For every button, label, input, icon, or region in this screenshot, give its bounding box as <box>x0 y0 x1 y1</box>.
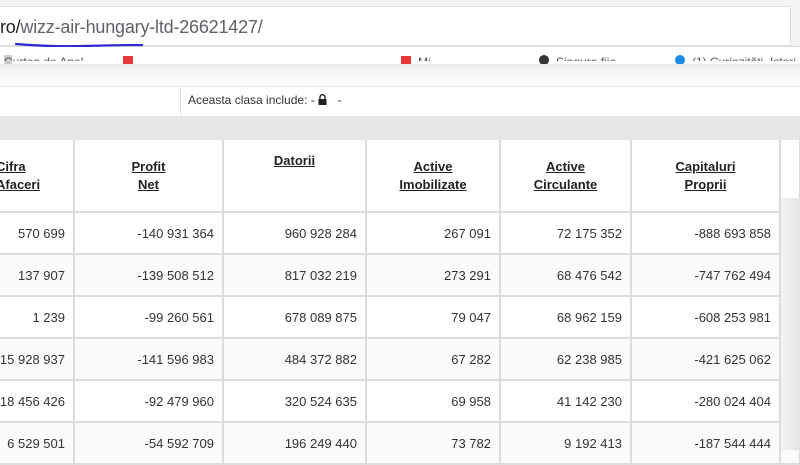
table-cell: 18 456 426 <box>0 380 75 423</box>
table-cell: -747 762 494 <box>631 254 781 297</box>
table-cell: 68 476 542 <box>500 254 632 297</box>
table-cell: -139 508 512 <box>74 254 224 297</box>
table-cell: -141 596 983 <box>74 338 224 381</box>
col-header-capitaluri-proprii[interactable]: Capitaluri Proprii <box>631 140 781 213</box>
table-cell: 15 928 937 <box>0 338 75 381</box>
table-cell: 267 091 <box>366 212 501 255</box>
table-cell: -280 024 404 <box>631 380 781 423</box>
table-row: 137 907 -139 508 512 817 032 219 273 291… <box>0 254 800 297</box>
table-row: 1 239 -99 260 561 678 089 875 79 047 68 … <box>0 296 800 339</box>
table-cell: -140 931 364 <box>74 212 224 255</box>
table-cell: 9 192 413 <box>500 422 632 465</box>
table-cell: 72 175 352 <box>500 212 632 255</box>
right-edge-shade <box>781 198 800 450</box>
col-header-active-circulante[interactable]: Active Circulante <box>500 140 632 213</box>
table-cell: -888 693 858 <box>631 212 781 255</box>
col-header-active-imobilizate[interactable]: Active Imobilizate <box>366 140 501 213</box>
col-header-cifra-afaceri[interactable]: Cifra Afaceri <box>0 140 75 213</box>
table-cell: 137 907 <box>0 254 75 297</box>
cell-divider <box>180 87 181 117</box>
table-cell: -187 544 444 <box>631 422 781 465</box>
table-row: 570 699 -140 931 364 960 928 284 267 091… <box>0 212 800 255</box>
lock-icon <box>318 94 327 105</box>
table-row: 6 529 501 -54 592 709 196 249 440 73 782… <box>0 422 800 465</box>
table-cell: 73 782 <box>366 422 501 465</box>
class-info-text: Aceasta clasa include: - - <box>188 93 342 107</box>
url-field[interactable]: ro/wizz-air-hungary-ltd-26621427/ <box>0 6 791 46</box>
class-info-row: Aceasta clasa include: - - <box>0 86 800 117</box>
table-cell: 62 238 985 <box>500 338 632 381</box>
col-header-datorii[interactable]: Datorii <box>223 140 367 213</box>
table-row: 18 456 426 -92 479 960 320 524 635 69 95… <box>0 380 800 423</box>
table-header-row: Cifra Afaceri Profit Net Datorii Active Imo… <box>0 140 800 213</box>
table-cell: 678 089 875 <box>223 296 367 339</box>
financial-table: Cifra Afaceri Profit Net Datorii Active Imo… <box>0 140 800 465</box>
url-text: ro/wizz-air-hungary-ltd-26621427/ <box>0 17 263 38</box>
table-cell: 79 047 <box>366 296 501 339</box>
table-row: 15 928 937 -141 596 983 484 372 882 67 2… <box>0 338 800 381</box>
url-prefix: ro/ <box>0 17 21 37</box>
table-cell: 41 142 230 <box>500 380 632 423</box>
table-cell: -421 625 062 <box>631 338 781 381</box>
table-cell: 273 291 <box>366 254 501 297</box>
class-info-label: Aceasta clasa include: - <box>188 93 315 107</box>
table-cell: 817 032 219 <box>223 254 367 297</box>
table-cell: -54 592 709 <box>74 422 224 465</box>
table-cell: 960 928 284 <box>223 212 367 255</box>
table-cell: 6 529 501 <box>0 422 75 465</box>
table-cell: 1 239 <box>0 296 75 339</box>
col-header-profit-net[interactable]: Profit Net <box>74 140 224 213</box>
table-cell: 320 524 635 <box>223 380 367 423</box>
table-cell: -99 260 561 <box>74 296 224 339</box>
table-cell: -92 479 960 <box>74 380 224 423</box>
table-top-band <box>0 116 800 140</box>
page-top-shadow <box>0 64 800 86</box>
table-cell: 68 962 159 <box>500 296 632 339</box>
table-cell: -608 253 981 <box>631 296 781 339</box>
browser-address-bar: ro/wizz-air-hungary-ltd-26621427/ <box>0 0 800 48</box>
table-cell: 484 372 882 <box>223 338 367 381</box>
table-cell: 69 958 <box>366 380 501 423</box>
table-cell: 196 249 440 <box>223 422 367 465</box>
table-cell: 570 699 <box>0 212 75 255</box>
class-info-trailing: - <box>337 93 342 107</box>
table-cell: 67 282 <box>366 338 501 381</box>
url-slug: wizz-air-hungary-ltd-26621427/ <box>20 17 263 37</box>
